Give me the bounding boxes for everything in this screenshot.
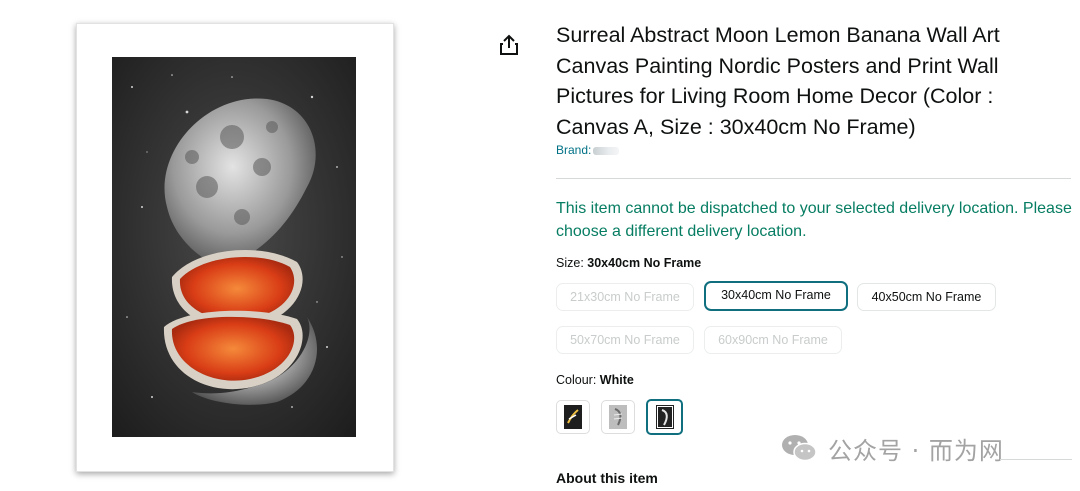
size-label: Size: 30x40cm No Frame: [556, 256, 702, 270]
brand-name-blurred: [593, 146, 620, 155]
moon-grapefruit-artwork: [112, 57, 356, 437]
wechat-icon: [782, 435, 817, 462]
size-option-30x40[interactable]: 30x40cm No Frame: [704, 281, 848, 311]
colour-swatch-white[interactable]: [646, 399, 683, 435]
size-option-40x50[interactable]: 40x50cm No Frame: [857, 283, 996, 311]
delivery-unavailable-message: This item cannot be dispatched to your s…: [556, 200, 1072, 240]
share-icon[interactable]: [499, 34, 519, 56]
brand-row[interactable]: Brand:: [556, 143, 620, 157]
watermark-text: 公众号 · 而为网: [828, 436, 1004, 465]
colour-swatch-grey[interactable]: [601, 400, 635, 434]
divider: [1000, 459, 1072, 460]
white-art-thumbnail-icon: [655, 405, 674, 429]
size-option-60x90[interactable]: 60x90cm No Frame: [704, 326, 842, 354]
divider: [556, 178, 1071, 179]
black-art-thumbnail-icon: [564, 405, 582, 429]
brand-label: Brand:: [556, 143, 592, 157]
colour-swatch-black[interactable]: [556, 400, 590, 434]
wechat-watermark: 公众号 · 而为网: [780, 430, 1004, 466]
grey-art-thumbnail-icon: [609, 405, 627, 429]
about-this-item-heading: About this item: [556, 470, 658, 486]
product-title: Surreal Abstract Moon Lemon Banana Wall …: [556, 23, 1000, 139]
selected-size: 30x40cm No Frame: [587, 256, 702, 270]
size-option-21x30[interactable]: 21x30cm No Frame: [556, 283, 694, 311]
size-option-50x70[interactable]: 50x70cm No Frame: [556, 326, 694, 354]
colour-label: Colour: White: [556, 373, 634, 387]
selected-colour: White: [599, 373, 634, 387]
